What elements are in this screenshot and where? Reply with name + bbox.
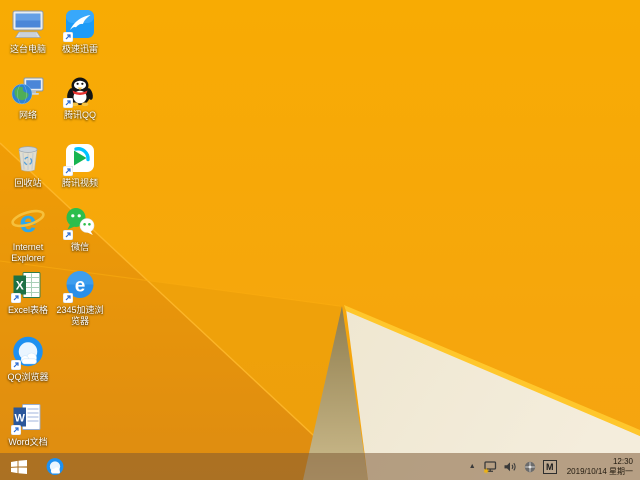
- this-pc-icon: [10, 6, 46, 42]
- system-tray: ▲ ✱ M 12:30 2019/10/14 星期一: [468, 457, 640, 476]
- taskbar-pinned-qq-browser[interactable]: [44, 456, 66, 478]
- taskbar-clock[interactable]: 12:30 2019/10/14 星期一: [563, 457, 637, 476]
- start-button[interactable]: [9, 457, 29, 477]
- desktop-icon-label: 腾讯QQ: [63, 110, 96, 120]
- desktop-icon-label: 2345加速浏览器: [56, 305, 104, 326]
- internet-explorer-icon: e: [10, 204, 46, 240]
- qq-penguin-icon: [62, 72, 98, 108]
- shortcut-arrow-icon: [11, 360, 21, 370]
- recycle-bin-icon: [10, 140, 46, 176]
- windows-logo-icon: [11, 459, 27, 474]
- volume-icon[interactable]: [503, 460, 517, 474]
- svg-text:✱: ✱: [483, 467, 489, 473]
- taskbar: ▲ ✱ M 12:30 2019/10/14 星期一: [0, 453, 640, 480]
- desktop-icon-this-pc[interactable]: 这台电脑: [1, 6, 55, 55]
- desktop[interactable]: 这台电脑 网络 回收站 e Internet Explorer X Excel表…: [0, 0, 640, 480]
- desktop-icon-label: Word文档: [8, 437, 48, 447]
- desktop-icon-wechat[interactable]: 微信: [53, 204, 107, 253]
- tencent-video-icon: [62, 140, 98, 176]
- desktop-icon-label: 网络: [18, 110, 37, 120]
- desktop-icon-2345-browser[interactable]: e 2345加速浏览器: [53, 267, 107, 326]
- show-hidden-icons-button[interactable]: ▲: [468, 463, 477, 470]
- desktop-icon-tencent-video[interactable]: 腾讯视频: [53, 140, 107, 189]
- desktop-icon-word[interactable]: W Word文档: [1, 399, 55, 448]
- svg-text:e: e: [75, 276, 86, 297]
- ime-indicator[interactable]: M: [542, 459, 557, 474]
- desktop-icon-label: 腾讯视频: [61, 178, 98, 188]
- desktop-icon-qq-browser[interactable]: QQ浏览器: [1, 334, 55, 383]
- shortcut-arrow-icon: [63, 230, 73, 240]
- shortcut-arrow-icon: [63, 293, 73, 303]
- desktop-icon-label: QQ浏览器: [7, 372, 49, 382]
- shortcut-arrow-icon: [63, 98, 73, 108]
- tray-utility-icon[interactable]: [523, 460, 537, 474]
- clock-date: 2019/10/14 星期一: [566, 466, 633, 476]
- desktop-icon-label: Excel表格: [7, 305, 48, 315]
- desktop-icon-recycle-bin[interactable]: 回收站: [1, 140, 55, 189]
- desktop-icon-tencent-qq[interactable]: 腾讯QQ: [53, 72, 107, 121]
- qq-browser-icon: [46, 457, 64, 475]
- desktop-icon-label: 极速迅雷: [61, 44, 98, 54]
- shortcut-arrow-icon: [11, 425, 21, 435]
- xunlei-icon: [62, 6, 98, 42]
- wechat-icon: [62, 204, 98, 240]
- desktop-icon-xunlei-speed[interactable]: 极速迅雷: [53, 6, 107, 55]
- desktop-icon-label: 这台电脑: [9, 44, 46, 54]
- desktop-icon-internet-explorer[interactable]: e Internet Explorer: [1, 204, 55, 263]
- desktop-icon-label: 回收站: [14, 178, 42, 188]
- shortcut-arrow-icon: [11, 293, 21, 303]
- desktop-icon-excel[interactable]: X Excel表格: [1, 267, 55, 316]
- desktop-icon-label: 微信: [70, 242, 89, 252]
- word-icon: W: [10, 399, 46, 435]
- shortcut-arrow-icon: [63, 166, 73, 176]
- svg-text:X: X: [16, 279, 24, 293]
- 2345-browser-icon: e: [62, 267, 98, 303]
- desktop-icon-label: Internet Explorer: [11, 242, 45, 263]
- shortcut-arrow-icon: [63, 32, 73, 42]
- clock-time: 12:30: [612, 457, 633, 466]
- qq-browser-icon: [10, 334, 46, 370]
- network-status-icon[interactable]: ✱: [483, 460, 497, 474]
- desktop-icon-network[interactable]: 网络: [1, 72, 55, 121]
- network-icon: [10, 72, 46, 108]
- excel-icon: X: [10, 267, 46, 303]
- svg-text:W: W: [15, 413, 26, 425]
